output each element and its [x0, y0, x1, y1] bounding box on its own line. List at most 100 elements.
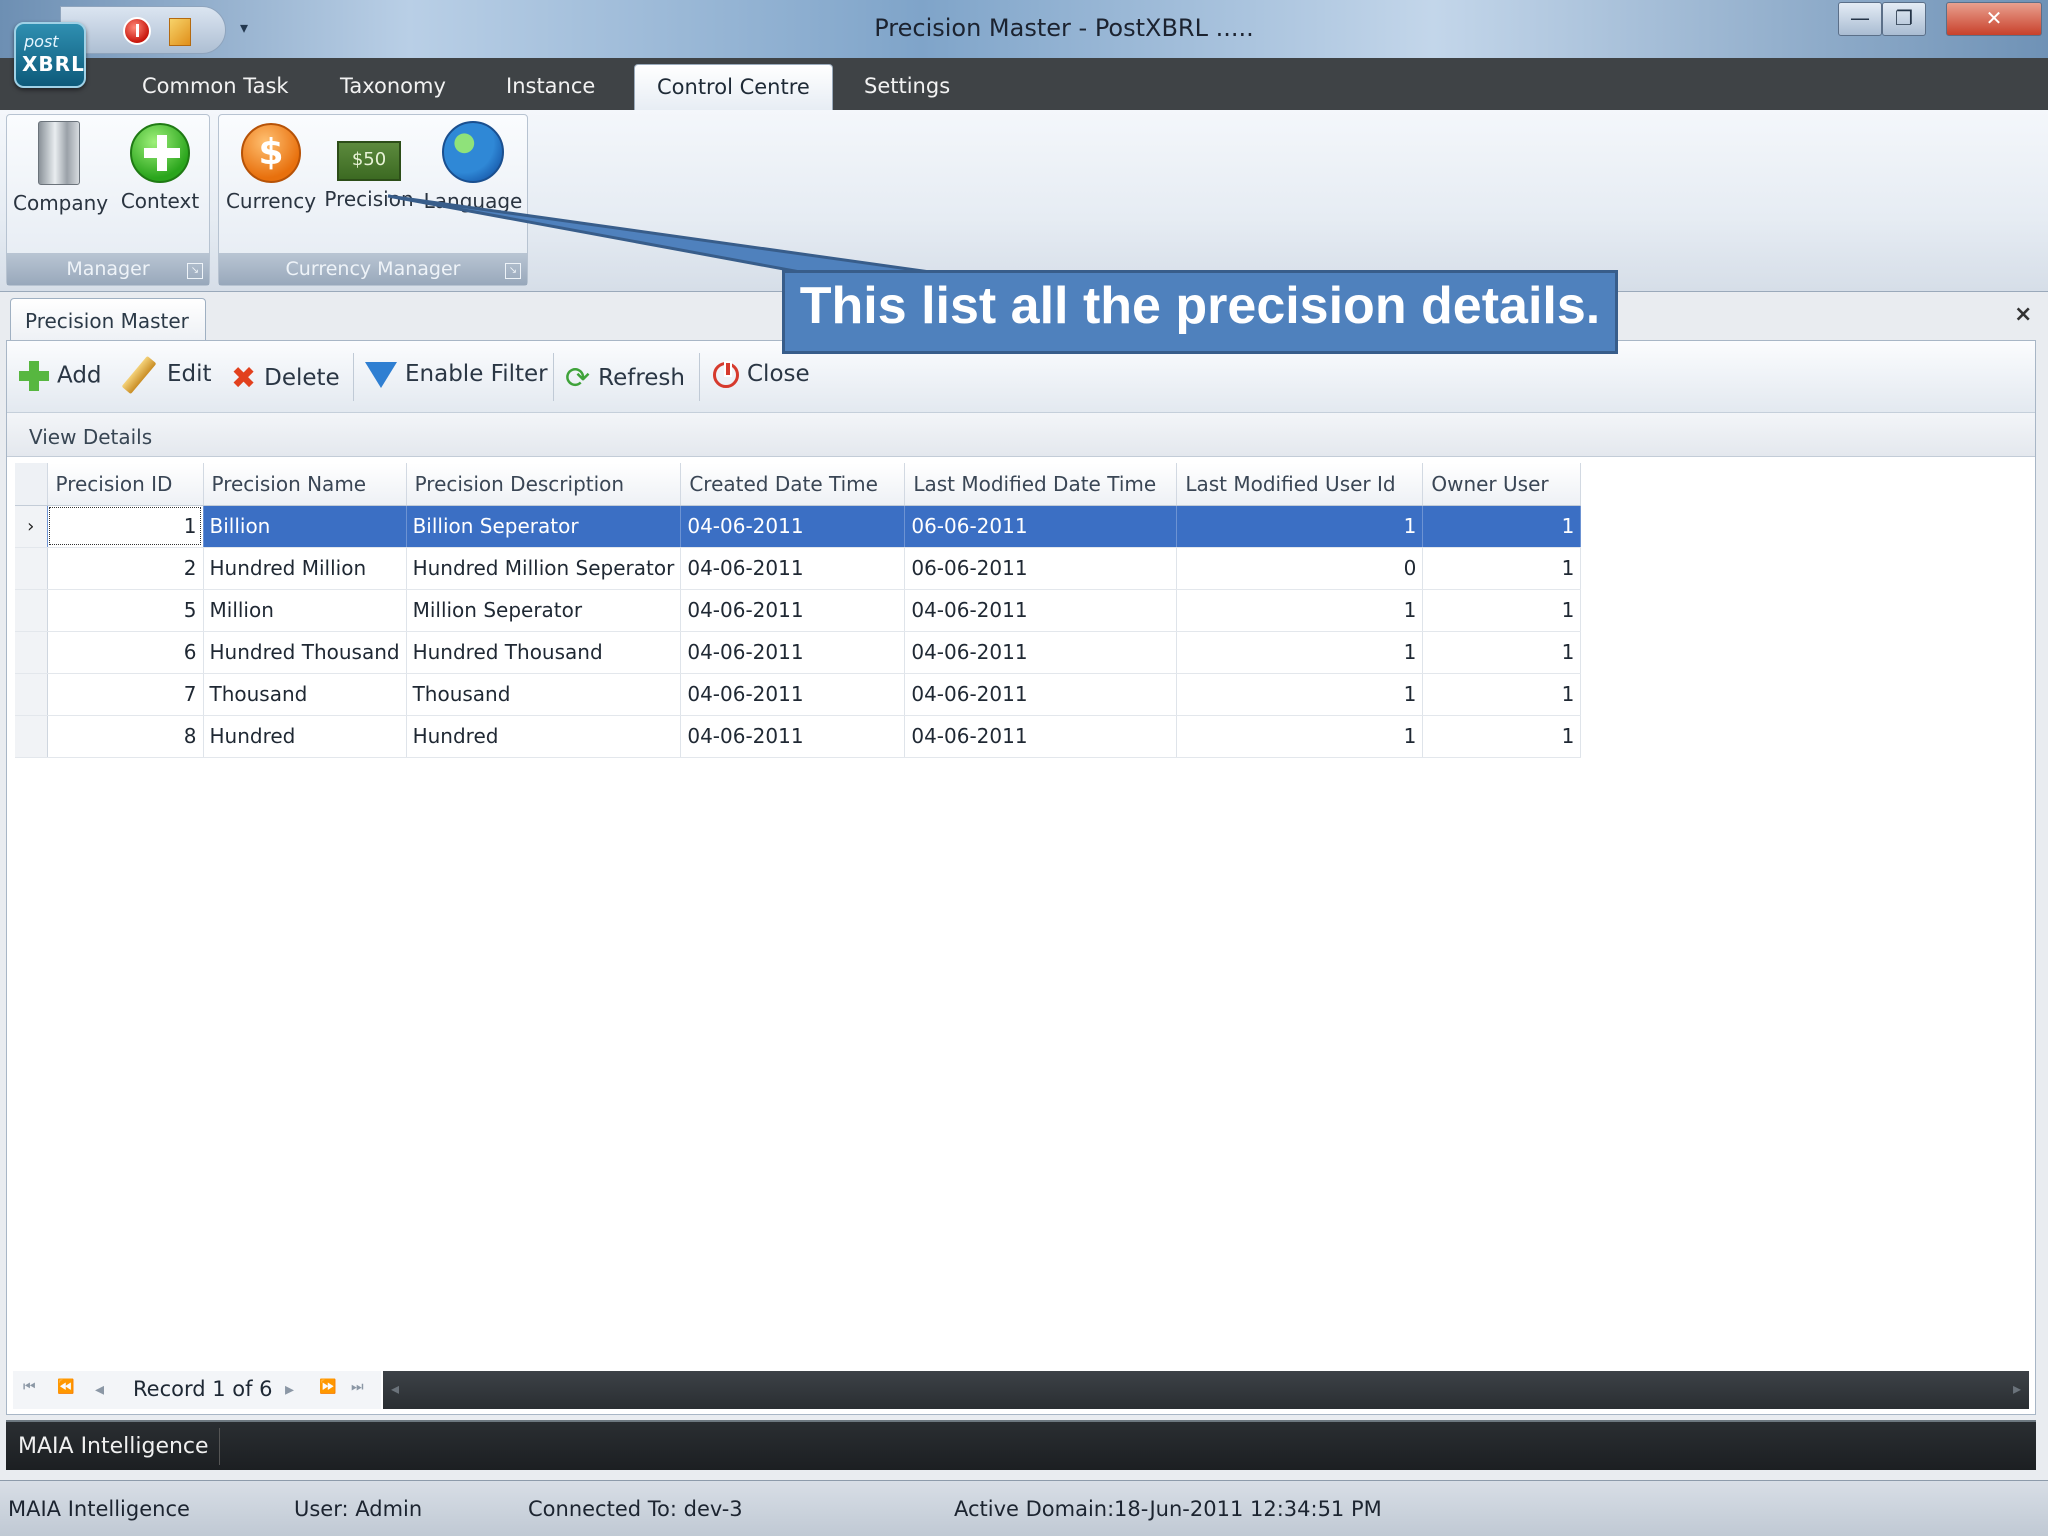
context-button[interactable]: Context	[117, 121, 203, 213]
cell-owner-user[interactable]: 1	[1422, 547, 1582, 590]
refresh-button[interactable]: ⟳ Refresh	[565, 361, 685, 396]
cell-created-date[interactable]: 04-06-2011	[680, 547, 906, 590]
cell-owner-user[interactable]: 1	[1422, 589, 1582, 632]
cell-modified-date[interactable]: 06-06-2011	[904, 505, 1178, 548]
logo-text-post: post	[24, 32, 59, 51]
refresh-icon: ⟳	[565, 361, 591, 396]
add-button[interactable]: Add	[19, 361, 102, 391]
cell-precision-name[interactable]: Thousand	[203, 673, 407, 716]
cell-precision-description[interactable]: Million Seperator	[406, 589, 682, 632]
column-header-precision-name[interactable]: Precision Name	[203, 463, 407, 506]
precision-button[interactable]: $50 Precision	[323, 121, 415, 211]
tab-common-task[interactable]: Common Task	[142, 74, 289, 98]
cell-owner-user[interactable]: 1	[1422, 631, 1582, 674]
table-row[interactable]: 2 Hundred Million Hundred Million Sepera…	[15, 547, 1582, 590]
tab-maia-intelligence[interactable]: MAIA Intelligence	[8, 1428, 220, 1465]
add-context-icon	[130, 123, 190, 183]
cell-precision-name[interactable]: Hundred Million	[203, 547, 407, 590]
cell-modified-user-id[interactable]: 1	[1176, 631, 1424, 674]
tab-settings[interactable]: Settings	[864, 74, 950, 98]
cell-precision-name[interactable]: Million	[203, 589, 407, 632]
close-button[interactable]: Close	[713, 360, 810, 388]
next-page-icon[interactable]: ⏩	[319, 1379, 337, 1395]
table-row[interactable]: 5 Million Million Seperator 04-06-2011 0…	[15, 589, 1582, 632]
currency-button[interactable]: $ Currency	[223, 121, 319, 213]
last-record-icon[interactable]: ⏭	[351, 1379, 363, 1395]
cell-modified-date[interactable]: 04-06-2011	[904, 589, 1178, 632]
cell-created-date[interactable]: 04-06-2011	[680, 631, 906, 674]
cell-created-date[interactable]: 04-06-2011	[680, 715, 906, 758]
cell-precision-id[interactable]: 5	[47, 589, 204, 632]
horizontal-scrollbar[interactable]: ◂ ▸	[383, 1371, 2029, 1409]
table-row[interactable]: › 1 Billion Billion Seperator 04-06-2011…	[15, 505, 1582, 548]
minimize-button[interactable]: —	[1838, 2, 1882, 36]
previous-record-icon[interactable]: ◂	[95, 1379, 104, 1400]
next-record-icon[interactable]: ▸	[285, 1379, 294, 1400]
cell-precision-description[interactable]: Billion Seperator	[406, 505, 682, 548]
cell-modified-date[interactable]: 04-06-2011	[904, 715, 1178, 758]
column-header-last-modified-user-id[interactable]: Last Modified User Id	[1176, 463, 1424, 506]
cell-precision-description[interactable]: Hundred Thousand	[406, 631, 682, 674]
title-bar: ▾ Precision Master - PostXBRL ..... — ❐ …	[0, 0, 2048, 58]
cell-created-date[interactable]: 04-06-2011	[680, 505, 906, 548]
pencil-icon	[121, 355, 157, 394]
cell-modified-user-id[interactable]: 0	[1176, 547, 1424, 590]
delete-button[interactable]: ✖ Delete	[231, 361, 340, 396]
toolbar-separator	[699, 353, 700, 401]
cell-modified-date[interactable]: 06-06-2011	[904, 547, 1178, 590]
cell-precision-id[interactable]: 6	[47, 631, 204, 674]
cell-precision-id[interactable]: 1	[47, 505, 204, 548]
tab-precision-master[interactable]: Precision Master	[10, 298, 206, 340]
maximize-button[interactable]: ❐	[1882, 2, 1926, 36]
cell-precision-id[interactable]: 2	[47, 547, 204, 590]
group-title-currency-manager: Currency Manager	[219, 253, 527, 285]
cell-precision-description[interactable]: Thousand	[406, 673, 682, 716]
cell-owner-user[interactable]: 1	[1422, 673, 1582, 716]
tab-taxonomy[interactable]: Taxonomy	[340, 74, 446, 98]
enable-filter-button[interactable]: Enable Filter	[365, 361, 548, 388]
cell-precision-name[interactable]: Hundred Thousand	[203, 631, 407, 674]
column-header-precision-id[interactable]: Precision ID	[47, 463, 204, 506]
cell-precision-id[interactable]: 8	[47, 715, 204, 758]
context-label: Context	[120, 189, 200, 213]
cell-modified-date[interactable]: 04-06-2011	[904, 673, 1178, 716]
first-record-icon[interactable]: ⏮	[23, 1379, 35, 1395]
dialog-launcher-icon[interactable]: ↘	[187, 263, 203, 279]
cell-precision-name[interactable]: Billion	[203, 505, 407, 548]
previous-page-icon[interactable]: ⏪	[57, 1379, 75, 1395]
scroll-right-icon[interactable]: ▸	[2013, 1379, 2021, 1398]
tab-control-centre[interactable]: Control Centre	[634, 64, 833, 110]
cell-modified-user-id[interactable]: 1	[1176, 715, 1424, 758]
scroll-left-icon[interactable]: ◂	[391, 1379, 399, 1398]
cell-created-date[interactable]: 04-06-2011	[680, 589, 906, 632]
cell-modified-user-id[interactable]: 1	[1176, 673, 1424, 716]
cell-precision-id[interactable]: 7	[47, 673, 204, 716]
table-row[interactable]: 6 Hundred Thousand Hundred Thousand 04-0…	[15, 631, 1582, 674]
table-row[interactable]: 8 Hundred Hundred 04-06-2011 04-06-2011 …	[15, 715, 1582, 758]
cell-precision-description[interactable]: Hundred Million Seperator	[406, 547, 682, 590]
table-row[interactable]: 7 Thousand Thousand 04-06-2011 04-06-201…	[15, 673, 1582, 716]
cell-modified-user-id[interactable]: 1	[1176, 505, 1424, 548]
cell-created-date[interactable]: 04-06-2011	[680, 673, 906, 716]
language-button[interactable]: Language	[423, 121, 523, 213]
dialog-launcher-icon[interactable]: ↘	[505, 263, 521, 279]
close-document-icon[interactable]: ×	[2014, 302, 2032, 327]
cell-owner-user[interactable]: 1	[1422, 505, 1582, 548]
column-header-owner-user[interactable]: Owner User	[1422, 463, 1582, 506]
status-user: User: Admin	[294, 1497, 423, 1521]
column-header-last-modified-date-time[interactable]: Last Modified Date Time	[904, 463, 1178, 506]
tab-instance[interactable]: Instance	[506, 74, 595, 98]
edit-button[interactable]: Edit	[119, 355, 212, 394]
company-label: Company	[13, 191, 109, 215]
column-header-created-date-time[interactable]: Created Date Time	[680, 463, 906, 506]
cell-modified-user-id[interactable]: 1	[1176, 589, 1424, 632]
cell-modified-date[interactable]: 04-06-2011	[904, 631, 1178, 674]
window-title: Precision Master - PostXBRL .....	[874, 14, 1254, 42]
cell-owner-user[interactable]: 1	[1422, 715, 1582, 758]
company-button[interactable]: Company	[13, 121, 109, 215]
cell-precision-name[interactable]: Hundred	[203, 715, 407, 758]
app-logo[interactable]: post XBRL	[14, 22, 86, 88]
column-header-precision-description[interactable]: Precision Description	[406, 463, 682, 506]
cell-precision-description[interactable]: Hundred	[406, 715, 682, 758]
close-window-button[interactable]: ✕	[1946, 2, 2042, 36]
